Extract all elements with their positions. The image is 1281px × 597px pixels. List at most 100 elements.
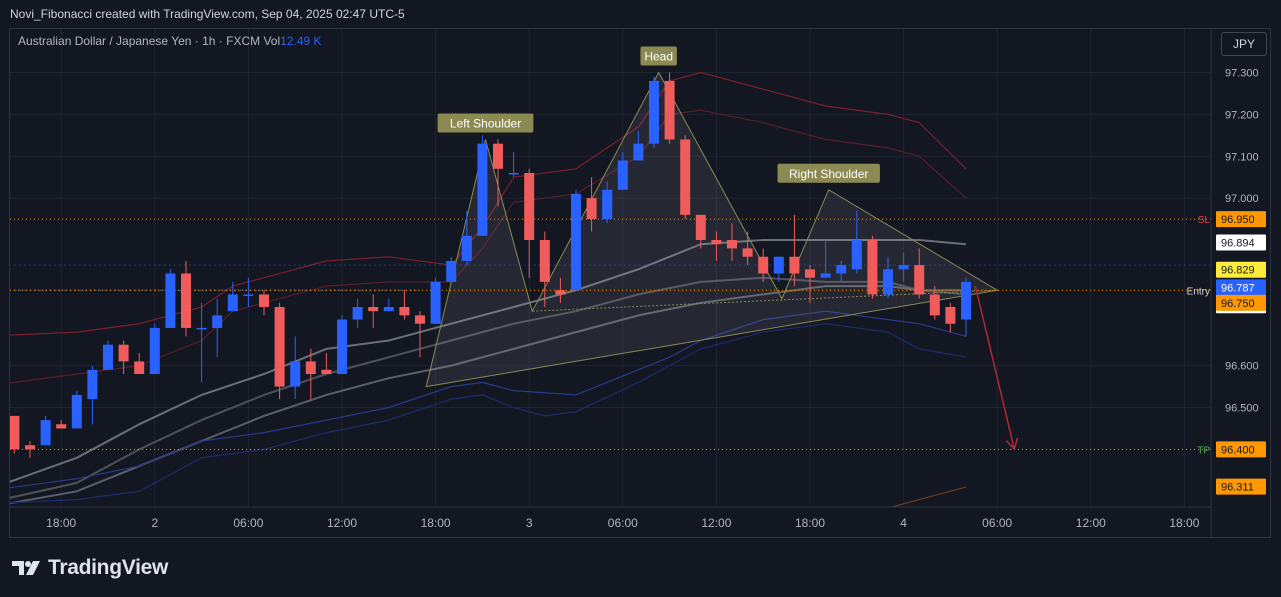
candle[interactable] bbox=[399, 290, 410, 320]
price-tag-text: 96.400 bbox=[1221, 444, 1255, 456]
candle-body bbox=[602, 189, 613, 220]
candle-body bbox=[664, 80, 675, 140]
candle-body bbox=[851, 240, 862, 270]
candle[interactable] bbox=[212, 298, 223, 358]
candle[interactable] bbox=[243, 277, 254, 307]
pattern-label-text: Right Shoulder bbox=[789, 167, 868, 181]
price-tag-text: 96.950 bbox=[1221, 214, 1255, 226]
candle[interactable] bbox=[25, 441, 35, 458]
price-tag[interactable]: 96.311 bbox=[1216, 478, 1266, 495]
candle-body bbox=[134, 361, 145, 374]
price-tag-text: 96.311 bbox=[1221, 482, 1254, 494]
time-axis[interactable]: 18:00 2 06:00 12:00 18:00 3 06:00 12:00 18:00 4 06… bbox=[10, 506, 1211, 530]
price-tag[interactable]: 96.829 bbox=[1216, 261, 1266, 278]
candle[interactable] bbox=[664, 72, 675, 144]
time-tick-label: 06:00 bbox=[233, 516, 263, 530]
candle[interactable] bbox=[149, 323, 160, 374]
candle-body bbox=[40, 420, 51, 446]
candle[interactable] bbox=[274, 302, 285, 400]
currency-button[interactable]: JPY bbox=[1221, 32, 1267, 56]
level-label-entry: Entry bbox=[1187, 286, 1210, 297]
candle-body bbox=[836, 265, 847, 274]
candle[interactable] bbox=[9, 415, 20, 454]
candle[interactable] bbox=[259, 290, 269, 316]
candle-body bbox=[789, 256, 800, 274]
candle-body bbox=[898, 265, 909, 270]
price-axis[interactable]: 97.300 97.200 97.100 97.000 96.600 96.500 96.9… bbox=[1210, 29, 1266, 537]
price-tag-text: 96.750 bbox=[1221, 298, 1255, 310]
candle-body bbox=[368, 307, 379, 312]
pattern-label-text: Head bbox=[644, 50, 673, 64]
candle-body bbox=[337, 319, 347, 374]
candle[interactable] bbox=[680, 135, 691, 220]
candle-body bbox=[196, 327, 207, 330]
candle[interactable] bbox=[477, 135, 488, 236]
pattern-label[interactable]: Head bbox=[640, 46, 677, 66]
time-tick-label: 3 bbox=[526, 516, 533, 530]
candle-body bbox=[711, 240, 722, 245]
pattern-label[interactable]: Left Shoulder bbox=[437, 113, 534, 133]
brand-name: TradingView bbox=[48, 556, 169, 579]
candle[interactable] bbox=[103, 340, 113, 370]
candle-body bbox=[430, 281, 441, 324]
candle[interactable] bbox=[383, 298, 394, 312]
time-tick-label: 18:00 bbox=[46, 516, 76, 530]
candle-body bbox=[742, 248, 753, 257]
price-tag[interactable]: 96.750 bbox=[1216, 294, 1266, 311]
plot-area bbox=[9, 71, 1211, 507]
level-tag-sl[interactable]: 96.950 bbox=[1216, 211, 1266, 228]
candle[interactable] bbox=[71, 390, 82, 429]
candle[interactable] bbox=[867, 235, 878, 299]
candle[interactable] bbox=[945, 302, 956, 333]
level-label-sl: SL bbox=[1198, 215, 1211, 226]
candle-body bbox=[571, 193, 581, 291]
candle[interactable] bbox=[368, 294, 379, 328]
volume-value: 12.49 K bbox=[280, 34, 322, 48]
candle-body bbox=[867, 240, 878, 295]
candle-body bbox=[383, 307, 394, 312]
candle-body bbox=[259, 294, 269, 307]
candle[interactable] bbox=[56, 420, 67, 429]
level-tag-tp[interactable]: 96.400 bbox=[1216, 441, 1266, 458]
candlestick-chart[interactable]: Left Shoulder Head Right Shoulder SL Entry TP… bbox=[0, 0, 1281, 597]
pattern-label-text: Left Shoulder bbox=[450, 117, 521, 131]
candle[interactable] bbox=[352, 298, 363, 328]
candle-body bbox=[243, 294, 254, 296]
candle[interactable] bbox=[430, 277, 441, 324]
candle[interactable] bbox=[134, 353, 145, 374]
candle[interactable] bbox=[40, 415, 51, 446]
candle-body bbox=[118, 344, 129, 362]
time-tick-label: 12:00 bbox=[701, 516, 731, 530]
candle-body bbox=[617, 160, 628, 190]
candle-body bbox=[727, 240, 737, 249]
candle[interactable] bbox=[961, 277, 971, 337]
candle[interactable] bbox=[196, 302, 207, 383]
candle[interactable] bbox=[571, 189, 581, 291]
price-tick-label: 96.600 bbox=[1225, 361, 1259, 373]
candle-body bbox=[352, 307, 363, 320]
candle-body bbox=[508, 173, 519, 175]
candle[interactable] bbox=[337, 315, 347, 374]
candle[interactable] bbox=[181, 260, 191, 337]
candle[interactable] bbox=[87, 365, 98, 425]
candle-body bbox=[586, 198, 597, 220]
time-tick-label: 12:00 bbox=[1076, 516, 1106, 530]
time-tick-label: 06:00 bbox=[982, 516, 1012, 530]
candle-body bbox=[929, 294, 940, 316]
candle-body bbox=[10, 415, 20, 450]
symbol-legend[interactable]: Australian Dollar / Japanese Yen · 1h · … bbox=[18, 34, 322, 48]
time-tick-label: 12:00 bbox=[327, 516, 357, 530]
candle[interactable] bbox=[321, 353, 332, 374]
candle[interactable] bbox=[165, 269, 176, 328]
time-tick-label: 06:00 bbox=[608, 516, 638, 530]
candle[interactable] bbox=[524, 168, 535, 278]
price-tag[interactable]: 96.894 bbox=[1216, 234, 1266, 251]
pattern-label[interactable]: Right Shoulder bbox=[777, 163, 880, 183]
time-tick-label: 18:00 bbox=[795, 516, 825, 530]
candle[interactable] bbox=[290, 336, 301, 400]
candle[interactable] bbox=[649, 76, 659, 148]
price-tick-label: 96.500 bbox=[1225, 403, 1259, 415]
candle[interactable] bbox=[227, 281, 238, 312]
candle-body bbox=[680, 139, 691, 215]
candle[interactable] bbox=[118, 340, 129, 375]
